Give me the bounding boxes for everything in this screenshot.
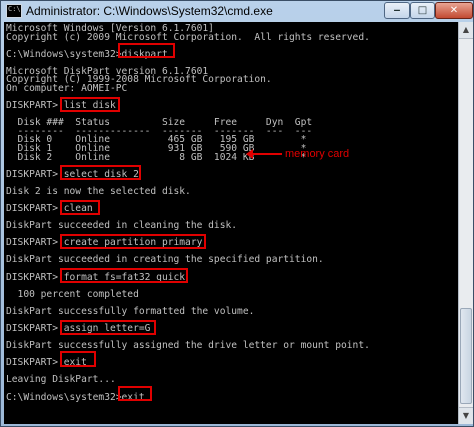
- console-line: Microsoft Windows [Version 6.1.7601]: [6, 23, 214, 34]
- highlight-select-disk-command: [60, 165, 141, 180]
- memory-card-arrow: [246, 149, 282, 159]
- console-line: DiskPart succeeded in creating the speci…: [6, 254, 324, 266]
- scroll-down-arrow-icon[interactable]: ▼: [459, 407, 473, 424]
- console-line: Leaving DiskPart...: [6, 374, 116, 386]
- console-line: Microsoft DiskPart version 6.1.7601: [6, 65, 209, 77]
- title-bar[interactable]: Administrator: C:\Windows\System32\cmd.e…: [1, 1, 473, 21]
- cmd-window: Administrator: C:\Windows\System32\cmd.e…: [0, 0, 474, 427]
- console-output[interactable]: C:\Windows\system32>exit Leaving DiskPart…: [4, 22, 458, 424]
- console-line: Disk 2 is now the selected disk.: [6, 185, 191, 197]
- memory-card-annotation: memory card: [285, 148, 350, 160]
- highlight-diskpart-command: [118, 43, 175, 58]
- console-line: DiskPart successfully formatted the volu…: [6, 305, 255, 317]
- scroll-thumb[interactable]: [460, 308, 472, 404]
- scroll-up-arrow-icon[interactable]: ▲: [459, 22, 473, 39]
- highlight-create-partition-command: [60, 234, 206, 249]
- highlight-list-disk-command: [60, 97, 120, 112]
- console-line: 100 percent completed: [6, 288, 139, 300]
- highlight-cmd-exit-command: [118, 386, 152, 401]
- maximize-button[interactable]: □: [410, 2, 435, 19]
- cmd-app-icon[interactable]: [6, 4, 22, 18]
- console-line: DiskPart succeeded in cleaning the disk.: [6, 220, 238, 232]
- vertical-scrollbar[interactable]: ▲ ▼: [458, 22, 473, 424]
- highlight-clean-command: [60, 200, 100, 215]
- close-button[interactable]: ✕: [435, 2, 473, 19]
- minimize-button[interactable]: ‒: [384, 2, 410, 19]
- highlight-assign-letter-command: [60, 320, 156, 335]
- highlight-diskpart-exit-command: [60, 351, 96, 367]
- window-title: Administrator: C:\Windows\System32\cmd.e…: [26, 4, 273, 18]
- console-line: Disk ### Status Size Free Dyn Gpt: [6, 117, 313, 129]
- highlight-format-command: [60, 268, 188, 283]
